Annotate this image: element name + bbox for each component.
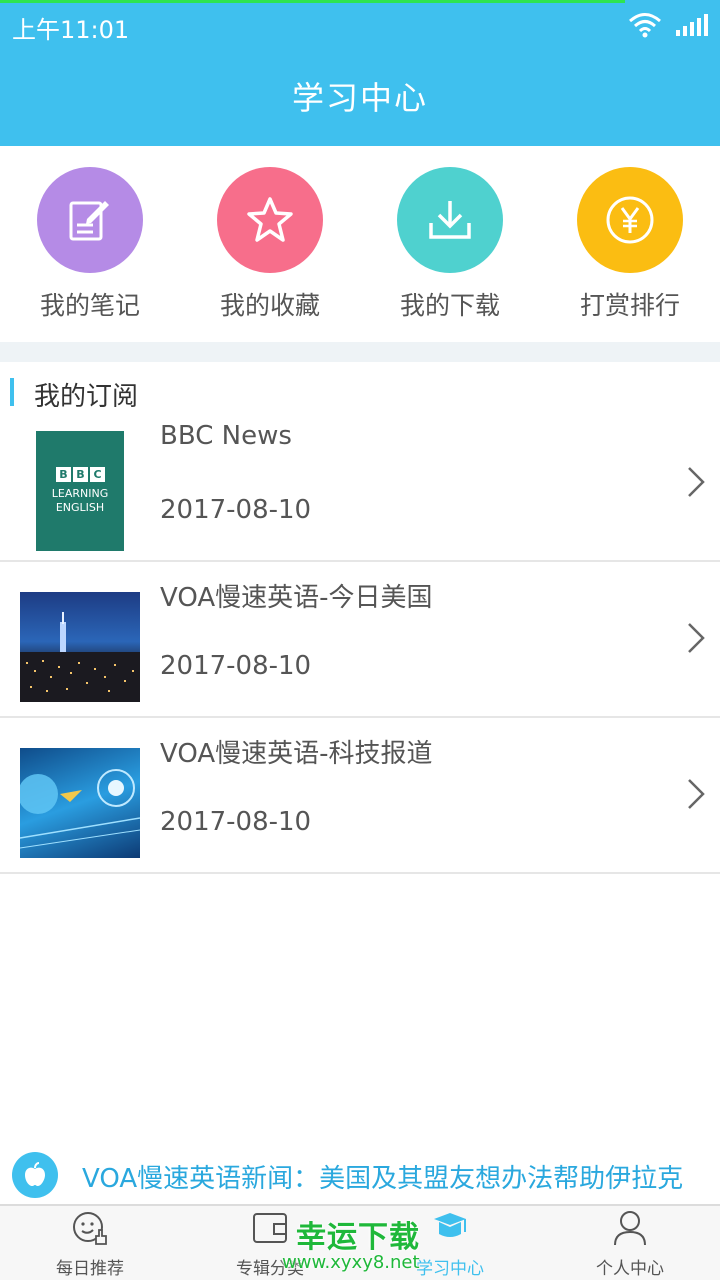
my-notes-label: 我的笔记 xyxy=(39,291,140,320)
subscription-date: 2017-08-10 xyxy=(160,807,312,837)
chevron-right-icon xyxy=(688,467,705,497)
app-header: 学习中心 xyxy=(0,50,720,146)
daily-recommend-icon xyxy=(73,1212,107,1245)
my-downloads-button[interactable]: 我的下载 xyxy=(360,146,540,342)
subscription-item-voa-usa[interactable]: VOA慢速英语-今日美国 2017-08-10 xyxy=(0,563,720,718)
tab-label: 每日推荐 xyxy=(56,1259,124,1279)
album-folder-icon xyxy=(253,1213,287,1243)
bottom-tab-bar: 每日推荐 专辑分类 学习中心 个人中心 xyxy=(0,1204,720,1280)
page-title: 学习中心 xyxy=(291,79,428,117)
tab-label: 学习中心 xyxy=(416,1259,484,1279)
subscription-date: 2017-08-10 xyxy=(160,495,312,525)
reward-ranking-label: 打赏排行 xyxy=(579,291,680,320)
status-time: 上午11:01 xyxy=(12,16,130,44)
my-notes-button[interactable]: 我的笔记 xyxy=(0,146,180,342)
section-divider xyxy=(0,342,720,362)
subscription-item-bbc[interactable]: B B C LEARNING ENGLISH BBC News 2017-08-… xyxy=(0,407,720,562)
reward-ranking-button[interactable]: 打赏排行 xyxy=(540,146,720,342)
subscription-item-voa-tech[interactable]: VOA慢速英语-科技报道 2017-08-10 xyxy=(0,719,720,874)
ticker-headline: VOA慢速英语新闻：美国及其盟友想办法帮助伊拉克 xyxy=(82,1164,684,1194)
tab-study-center[interactable]: 学习中心 xyxy=(360,1206,540,1280)
status-bar: 上午11:01 xyxy=(0,0,720,50)
tab-label: 个人中心 xyxy=(596,1259,664,1279)
tab-daily-recommend[interactable]: 每日推荐 xyxy=(0,1206,180,1280)
subscription-name: VOA慢速英语-今日美国 xyxy=(160,583,433,613)
chevron-right-icon xyxy=(688,623,705,653)
loading-progress-bar xyxy=(0,0,625,3)
tab-album-category[interactable]: 专辑分类 xyxy=(180,1206,360,1280)
user-icon xyxy=(614,1211,646,1246)
chevron-right-icon xyxy=(688,779,705,809)
quick-actions: 我的笔记 我的收藏 我的下载 打赏排行 xyxy=(0,146,720,342)
tab-personal-center[interactable]: 个人中心 xyxy=(540,1206,720,1280)
bbc-logo: B B C xyxy=(56,467,105,482)
my-favorites-label: 我的收藏 xyxy=(219,291,320,320)
wifi-icon xyxy=(629,13,661,38)
news-ticker[interactable]: VOA慢速英语新闻：美国及其盟友想办法帮助伊拉克 xyxy=(0,1146,720,1204)
subscription-date: 2017-08-10 xyxy=(160,651,312,681)
tech-report-thumbnail xyxy=(20,748,140,858)
subscription-name: BBC News xyxy=(160,421,292,451)
subscription-name: VOA慢速英语-科技报道 xyxy=(160,739,433,769)
tab-label: 专辑分类 xyxy=(236,1259,304,1279)
my-downloads-label: 我的下载 xyxy=(399,291,500,320)
bbc-learning-english-thumbnail: B B C LEARNING ENGLISH xyxy=(36,431,124,551)
note-edit-icon xyxy=(37,167,143,273)
signal-icon xyxy=(676,14,708,36)
graduation-cap-icon xyxy=(434,1213,466,1237)
my-favorites-button[interactable]: 我的收藏 xyxy=(180,146,360,342)
star-icon xyxy=(217,167,323,273)
city-skyline-thumbnail xyxy=(20,592,140,702)
app-logo-icon xyxy=(12,1152,58,1198)
thumbnail-caption: LEARNING ENGLISH xyxy=(51,487,109,514)
section-accent-bar xyxy=(10,378,14,406)
yen-coin-icon xyxy=(577,167,683,273)
download-icon xyxy=(397,167,503,273)
